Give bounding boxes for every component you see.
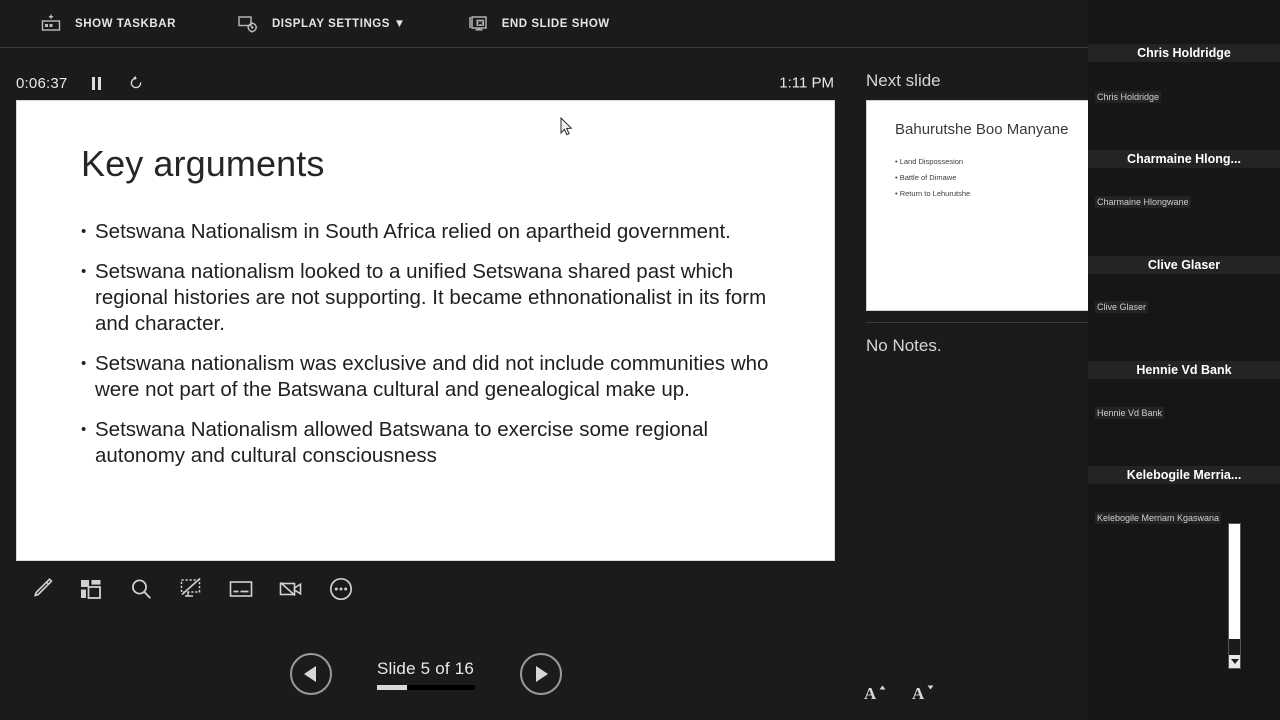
end-slideshow-label: END SLIDE SHOW: [501, 17, 610, 30]
bullet-marker-icon: •: [81, 223, 87, 240]
next-slide-bullet: • Battle of Dimawe: [895, 173, 957, 182]
slide-bullet-text: Setswana nationalism was exclusive and d…: [95, 352, 769, 401]
pen-icon: [34, 578, 53, 597]
increase-font-size-icon: A: [864, 684, 886, 703]
participant-name-label: Charmaine Hlongwane: [1095, 196, 1191, 208]
slide-title: Key arguments: [81, 143, 325, 184]
all-slides-icon: [81, 580, 101, 599]
participant-display-name: Kelebogile Merria...: [1088, 466, 1280, 484]
subtitles-button[interactable]: [216, 566, 266, 612]
slide-counter-group: Slide 5 of 16: [356, 659, 496, 690]
previous-slide-button[interactable]: [289, 653, 332, 695]
zoom-slide-button[interactable]: [116, 566, 166, 612]
camera-toggle-button[interactable]: [266, 566, 316, 612]
presenter-view-window: SHOW TASKBAR DISPLAY SETTINGS ▼ END SLID…: [0, 0, 1280, 720]
participant-name-label: Hennie Vd Bank: [1095, 407, 1165, 419]
participant-name-label: Clive Glaser: [1095, 301, 1149, 313]
pen-tool-button[interactable]: [16, 566, 66, 612]
black-screen-icon: [180, 577, 201, 597]
subtitles-icon: [229, 581, 253, 597]
participant-display-name: Clive Glaser: [1088, 256, 1280, 274]
scrollbar-thumb[interactable]: [1229, 524, 1240, 639]
next-slide-and-notes-panel: Next slide Bahurutshe Boo Manyane • Land…: [852, 60, 1104, 720]
participant-video-rail[interactable]: Chris Holdridge Chris Holdridge Charmaine …: [1088, 0, 1280, 720]
show-taskbar-label: SHOW TASKBAR: [75, 17, 176, 30]
next-slide-thumbnail[interactable]: Bahurutshe Boo Manyane • Land Dispossesi…: [866, 100, 1094, 311]
slide-body: • Setswana Nationalism in South Africa re…: [81, 219, 787, 483]
more-options-icon: [329, 577, 353, 601]
next-slide-icon: [536, 666, 548, 682]
more-options-button[interactable]: [316, 566, 366, 612]
display-settings-button[interactable]: DISPLAY SETTINGS ▼: [237, 0, 406, 47]
show-taskbar-button[interactable]: SHOW TASKBAR: [40, 0, 176, 47]
presenter-tools-toolbar: [16, 566, 416, 612]
participant-name-label: Kelebogile Merriam Kgaswana: [1095, 512, 1222, 524]
end-slideshow-button[interactable]: END SLIDE SHOW: [467, 0, 610, 47]
participant-display-name: Charmaine Hlong...: [1088, 150, 1280, 168]
pause-timer-button[interactable]: [85, 72, 107, 94]
slide-bullet: • Setswana Nationalism allowed Batswana t…: [81, 417, 787, 469]
pause-icon: [91, 76, 101, 90]
camera-off-icon: [279, 581, 302, 597]
slide-bullet-text: Setswana nationalism looked to a unified…: [95, 260, 767, 335]
previous-slide-icon: [303, 666, 316, 682]
bullet-marker-icon: •: [81, 421, 87, 438]
participant-display-name: Chris Holdridge: [1088, 44, 1280, 62]
end-slideshow-icon: [467, 13, 489, 35]
slide-counter: Slide 5 of 16: [376, 658, 475, 678]
zoom-icon: [132, 579, 151, 599]
scroll-down-icon: [1230, 659, 1239, 664]
slide-navigation: Slide 5 of 16: [16, 642, 835, 706]
participant-name-label: Chris Holdridge: [1095, 91, 1162, 103]
display-settings-label: DISPLAY SETTINGS ▼: [271, 17, 406, 30]
next-slide-button[interactable]: [519, 653, 562, 695]
increase-font-size-button[interactable]: A: [862, 680, 888, 704]
bullet-marker-icon: •: [81, 355, 87, 372]
participant-rail-scrollbar[interactable]: [1228, 523, 1241, 669]
next-slide-bullet: • Return to Lehurutshe: [895, 189, 971, 198]
next-slide-heading: Next slide: [866, 71, 941, 90]
timer-bar: 0:06:37 1:11 PM: [0, 64, 852, 102]
next-slide-bullets: • Land Dispossesion • Battle of Dimawe • R…: [895, 154, 970, 202]
participant-display-name: Hennie Vd Bank: [1088, 361, 1280, 379]
all-slides-button[interactable]: [66, 566, 116, 612]
elapsed-time: 0:06:37: [16, 74, 68, 92]
decrease-font-size-icon: A: [912, 684, 934, 703]
notes-divider: [866, 322, 1094, 323]
scroll-down-button[interactable]: [1229, 655, 1240, 668]
svg-text:A: A: [912, 684, 925, 703]
decrease-font-size-button[interactable]: A: [910, 680, 936, 704]
wall-clock: 1:11 PM: [779, 74, 834, 92]
current-slide[interactable]: Key arguments • Setswana Nationalism in S…: [16, 100, 835, 561]
slide-bullet: • Setswana Nationalism in South Africa re…: [81, 219, 787, 245]
mouse-cursor: [560, 116, 574, 137]
reset-icon: [131, 76, 142, 89]
notes-font-size-controls: A A: [862, 680, 936, 704]
taskbar-icon: [40, 13, 62, 35]
bullet-marker-icon: •: [81, 263, 87, 280]
display-settings-icon: [237, 13, 259, 35]
black-screen-button[interactable]: [166, 566, 216, 612]
slide-progress-fill: [376, 684, 407, 690]
slide-bullet-text: Setswana Nationalism in South Africa rel…: [95, 220, 731, 243]
svg-text:A: A: [864, 684, 877, 703]
slide-bullet-text: Setswana Nationalism allowed Batswana to…: [95, 418, 709, 467]
slide-progress-track: [376, 684, 475, 690]
presenter-command-bar: SHOW TASKBAR DISPLAY SETTINGS ▼ END SLID…: [0, 0, 1094, 48]
slide-bullet: • Setswana nationalism was exclusive and …: [81, 351, 787, 403]
next-slide-bullet: • Land Dispossesion: [895, 157, 964, 166]
reset-timer-button[interactable]: [125, 72, 147, 94]
next-slide-title: Bahurutshe Boo Manyane: [895, 121, 1069, 138]
slide-bullet: • Setswana nationalism looked to a unifie…: [81, 259, 787, 337]
notes-text: No Notes.: [866, 336, 942, 355]
